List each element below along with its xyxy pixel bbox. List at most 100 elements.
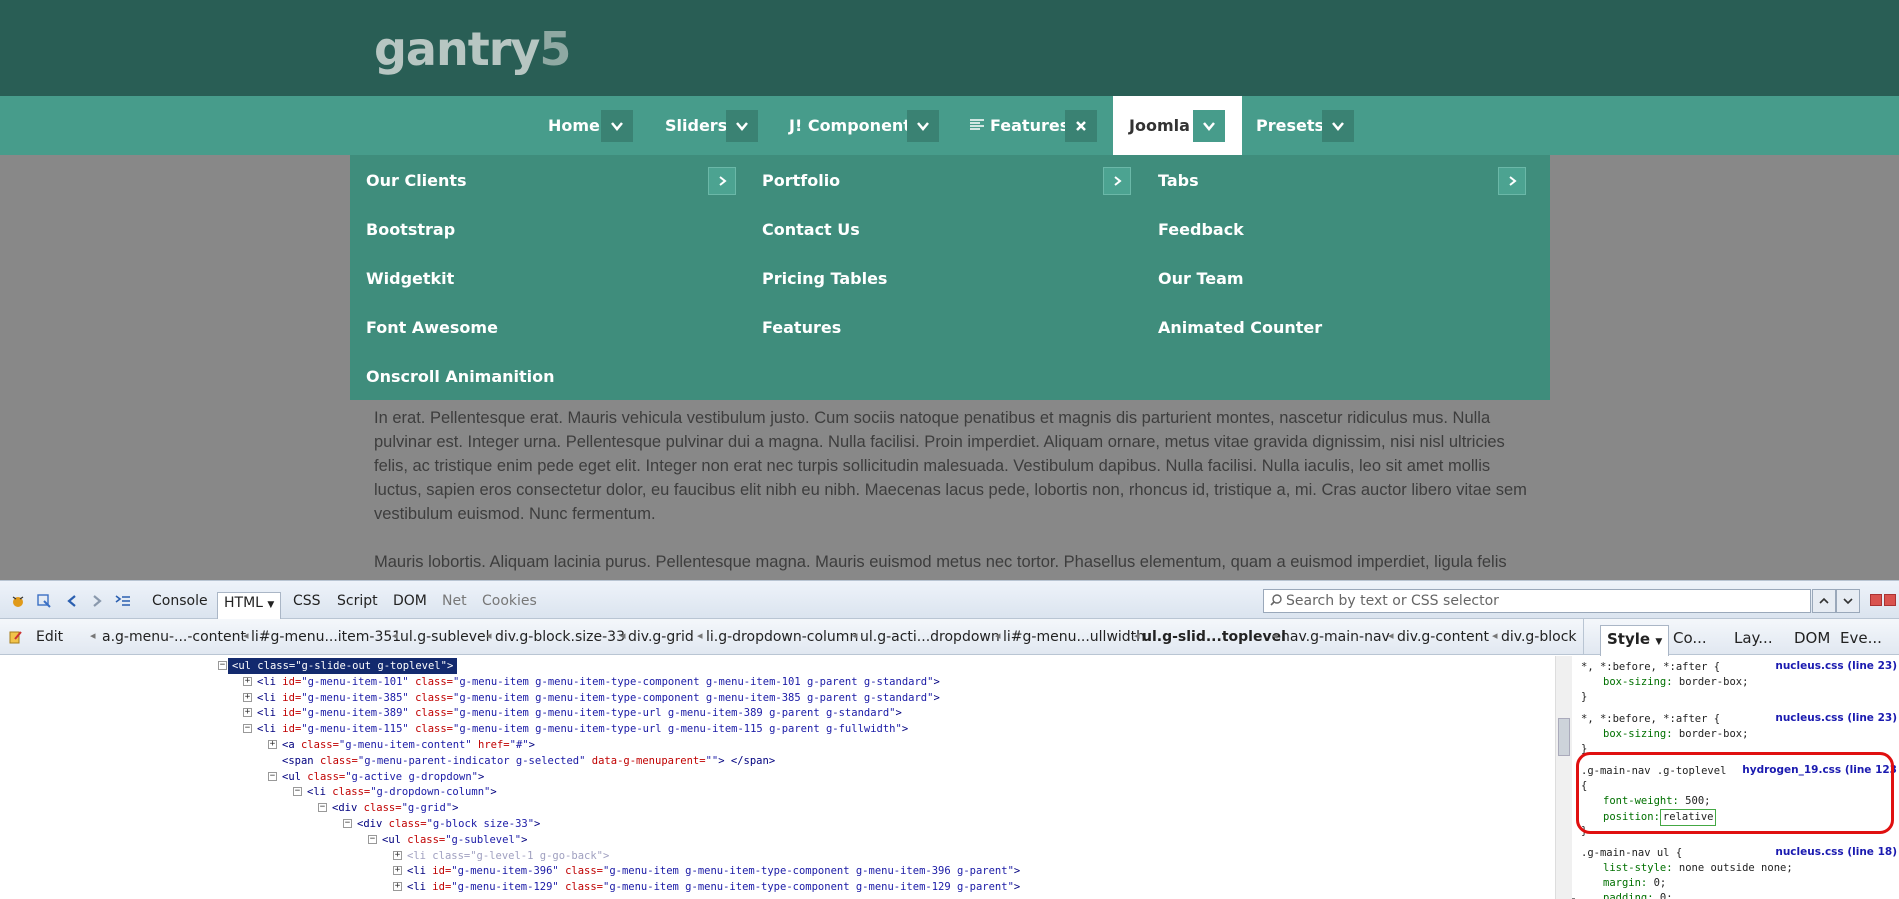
html-node-selected[interactable]: <ul class="g-slide-out g-toplevel"> [228, 658, 458, 674]
chevron-down-icon[interactable] [601, 110, 633, 142]
menu-item-tabs[interactable]: Tabs [1158, 171, 1199, 190]
tab-layout[interactable]: Lay... [1734, 629, 1773, 647]
menu-item-our-team[interactable]: Our Team [1158, 269, 1244, 288]
nav-item-home[interactable]: Home [548, 96, 600, 155]
breadcrumb-item[interactable]: a.g-menu-...-content [102, 629, 246, 645]
tab-computed[interactable]: Co... [1673, 629, 1707, 647]
chevron-down-icon[interactable] [907, 110, 939, 142]
chevron-right-icon[interactable] [1103, 167, 1131, 195]
menu-item-onscroll-animation[interactable]: Onscroll Animanition [366, 367, 555, 386]
edit-icon[interactable] [8, 629, 24, 645]
css-source-link[interactable]: nucleus.css (line 23) [1775, 712, 1897, 724]
html-node[interactable]: <span class="g-menu-parent-indicator g-s… [282, 753, 775, 769]
expand-node-icon[interactable]: + [393, 882, 402, 892]
breadcrumb-item[interactable]: div.g-content [1397, 629, 1489, 645]
site-logo[interactable]: gantry5 [374, 22, 571, 76]
breadcrumb-item[interactable]: div.g-block.size-33 [495, 629, 625, 645]
menu-item-animated-counter[interactable]: Animated Counter [1158, 318, 1322, 337]
html-node[interactable]: <li id="g-menu-item-385" class="g-menu-i… [257, 690, 940, 706]
breadcrumb-item-current[interactable]: ul.g-slid...toplevel [1142, 629, 1286, 645]
breadcrumb-item[interactable]: ul.g-sublevel [400, 629, 490, 645]
css-selector[interactable]: *, *:before, *:after { [1581, 712, 1720, 727]
breadcrumb-item[interactable]: div.g-block [1501, 629, 1577, 645]
html-node[interactable]: <li id="g-menu-item-115" class="g-menu-i… [257, 721, 908, 737]
tab-events[interactable]: Eve... [1840, 629, 1882, 647]
command-line-icon[interactable] [115, 593, 131, 609]
menu-item-contact-us[interactable]: Contact Us [762, 220, 860, 239]
html-node[interactable]: <li id="g-menu-item-396" class="g-menu-i… [407, 863, 1020, 879]
chevron-right-icon[interactable] [1498, 167, 1526, 195]
breadcrumb-item[interactable]: ul.g-acti...dropdown [860, 629, 1000, 645]
collapse-node-icon[interactable]: − [268, 771, 277, 781]
css-property[interactable]: list-style: none outside none; [1603, 861, 1793, 876]
tab-console[interactable]: Console [152, 593, 208, 609]
expand-node-icon[interactable]: + [393, 866, 402, 876]
search-prev-button[interactable] [1812, 589, 1836, 613]
inspect-icon[interactable] [36, 593, 52, 609]
css-property[interactable]: box-sizing: border-box; [1603, 727, 1748, 742]
tab-css[interactable]: CSS [293, 593, 321, 609]
breadcrumb-item[interactable]: nav.g-main-nav [1281, 629, 1390, 645]
tab-net[interactable]: Net [442, 593, 467, 609]
menu-item-bootstrap[interactable]: Bootstrap [366, 220, 455, 239]
tab-dom-side[interactable]: DOM [1794, 629, 1830, 647]
css-selector[interactable]: .g-main-nav ul { [1581, 846, 1682, 861]
breadcrumb-item[interactable]: li.g-dropdown-column [706, 629, 858, 645]
chevron-down-icon[interactable] [1322, 110, 1354, 142]
expand-node-icon[interactable]: + [243, 708, 252, 718]
menu-item-pricing-tables[interactable]: Pricing Tables [762, 269, 887, 288]
css-source-link[interactable]: nucleus.css (line 23) [1775, 660, 1897, 672]
back-arrow-icon[interactable] [64, 593, 80, 609]
search-input[interactable]: Search by text or CSS selector [1263, 589, 1811, 613]
chevron-down-icon[interactable] [726, 110, 758, 142]
collapse-node-icon[interactable]: − [293, 787, 302, 797]
html-node[interactable]: <li class="g-dropdown-column"> [307, 784, 497, 800]
nav-item-presets[interactable]: Presets [1256, 96, 1324, 155]
html-tree-scrollbar[interactable] [1555, 656, 1572, 899]
forward-arrow-icon[interactable] [89, 593, 105, 609]
html-node[interactable]: <li class="g-level-1 g-go-back"> [407, 848, 609, 864]
html-node[interactable]: <li id="g-menu-item-101" class="g-menu-i… [257, 674, 940, 690]
tab-cookies[interactable]: Cookies [482, 593, 537, 609]
breadcrumb-item[interactable]: li#g-menu...item-351 [251, 629, 401, 645]
menu-item-our-clients[interactable]: Our Clients [366, 171, 467, 190]
collapse-node-icon[interactable]: − [218, 661, 227, 670]
html-tree[interactable]: − <ul class="g-slide-out g-toplevel"> + <li… [0, 656, 1555, 899]
collapse-node-icon[interactable]: − [318, 803, 327, 813]
edit-button[interactable]: Edit [36, 629, 63, 645]
nav-item-j-components[interactable]: J! Components [789, 96, 920, 155]
html-node[interactable]: <ul class="g-active g-dropdown"> [282, 769, 484, 785]
tab-script[interactable]: Script [337, 593, 378, 609]
html-node[interactable]: <ul class="g-sublevel"> [382, 832, 527, 848]
expand-node-icon[interactable]: + [393, 850, 402, 860]
expand-node-icon[interactable]: + [243, 692, 252, 702]
expand-node-icon[interactable]: + [268, 740, 277, 749]
dropdown-arrow-icon[interactable]: ▼ [1655, 637, 1662, 647]
collapse-node-icon[interactable]: − [368, 834, 377, 844]
chevron-down-icon[interactable] [1193, 110, 1225, 142]
search-next-button[interactable] [1836, 589, 1860, 613]
nav-item-sliders[interactable]: Sliders [665, 96, 727, 155]
close-devtools-button[interactable] [1884, 594, 1896, 606]
menu-item-font-awesome[interactable]: Font Awesome [366, 318, 498, 337]
menu-item-widgetkit[interactable]: Widgetkit [366, 269, 454, 288]
css-source-link[interactable]: nucleus.css (line 18) [1775, 846, 1897, 858]
html-node[interactable]: <li id="g-menu-item-129" class="g-menu-i… [407, 879, 1020, 895]
tab-dom[interactable]: DOM [393, 593, 427, 609]
tab-html[interactable]: HTML ▼ [217, 592, 282, 619]
css-selector[interactable]: *, *:before, *:after { [1581, 660, 1720, 675]
menu-item-features[interactable]: Features [762, 318, 841, 337]
breadcrumb-item[interactable]: div.g-grid [628, 629, 694, 645]
html-node[interactable]: <li id="g-menu-item-389" class="g-menu-i… [257, 705, 902, 721]
firebug-icon[interactable] [10, 593, 26, 609]
html-node[interactable]: <div class="g-grid"> [332, 800, 458, 816]
html-node[interactable]: <div class="g-block size-33"> [357, 816, 540, 832]
chevron-right-icon[interactable] [708, 167, 736, 195]
menu-item-portfolio[interactable]: Portfolio [762, 171, 840, 190]
close-icon[interactable] [1065, 110, 1097, 142]
breadcrumb-item[interactable]: li#g-menu...ullwidth [1003, 629, 1145, 645]
nav-item-features[interactable]: Features [970, 96, 1069, 155]
scrollbar-thumb[interactable] [1558, 718, 1570, 756]
html-node[interactable]: <a class="g-menu-item-content" href="#"> [282, 737, 535, 753]
expand-node-icon[interactable]: + [243, 676, 252, 686]
